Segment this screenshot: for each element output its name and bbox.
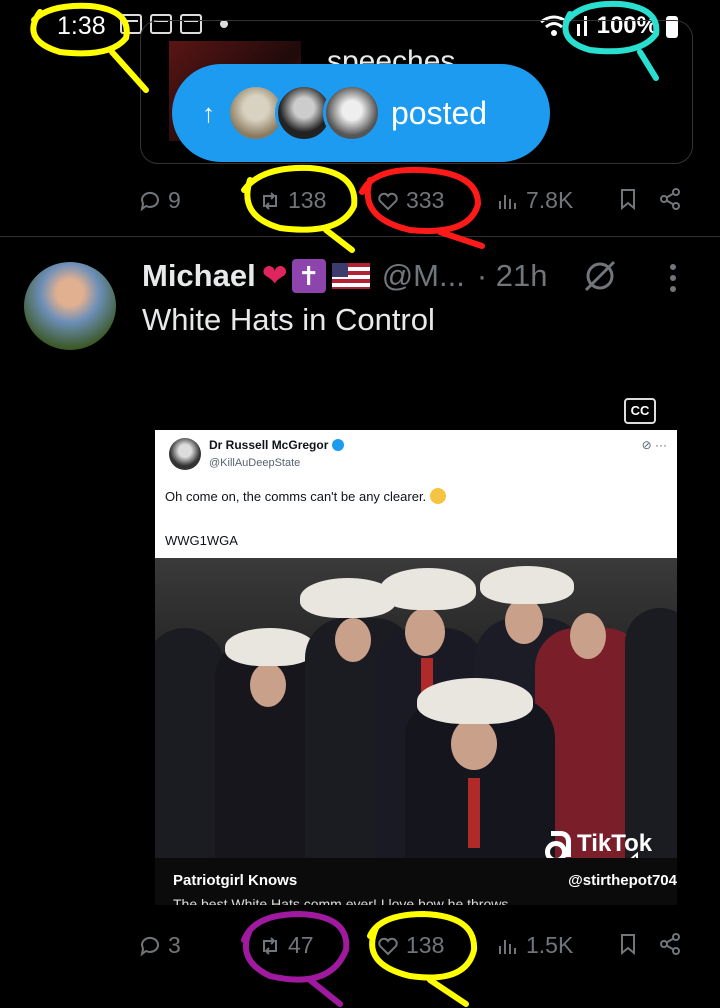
repost-count: 138 bbox=[288, 187, 327, 213]
video-frame bbox=[155, 558, 677, 858]
heart-emoji-icon: ❤ bbox=[261, 258, 288, 293]
embedded-tweet-text: Oh come on, the comms can't be any clear… bbox=[165, 488, 447, 504]
video-caption-text: The best White Hats comm ever! I love ho… bbox=[173, 896, 509, 905]
embedded-tweet-screenshot: Dr Russell McGregor @KillAuDeepState ⊘ ·… bbox=[155, 430, 677, 558]
views-button[interactable]: 7.8K bbox=[496, 187, 573, 214]
reply-button[interactable]: 3 bbox=[138, 932, 181, 959]
star-eyes-emoji-icon bbox=[430, 488, 447, 504]
repost-icon bbox=[263, 936, 277, 955]
divider bbox=[0, 236, 720, 237]
status-time: 1:38 bbox=[57, 12, 106, 40]
video-caption-handle: @stirthepot704 bbox=[568, 872, 677, 889]
views-button[interactable]: 1.5K bbox=[496, 932, 573, 959]
embedded-author-handle: @KillAuDeepState bbox=[209, 457, 301, 469]
post-time[interactable]: · 21h bbox=[477, 258, 548, 294]
tweet-video[interactable]: Dr Russell McGregor @KillAuDeepState ⊘ ·… bbox=[155, 430, 677, 905]
author-name[interactable]: Michael bbox=[142, 258, 256, 294]
share-icon bbox=[660, 933, 680, 955]
avatar bbox=[169, 438, 201, 470]
share-button[interactable] bbox=[658, 932, 682, 956]
bookmark-button[interactable] bbox=[616, 932, 640, 956]
bookmark-icon bbox=[621, 189, 635, 211]
share-icon bbox=[660, 188, 680, 210]
captions-button[interactable]: CC bbox=[624, 398, 656, 424]
prev-tweet-actions: 9 138 333 7.8K bbox=[138, 181, 688, 221]
arrow-up-icon: ↑ bbox=[202, 97, 215, 128]
repost-count: 47 bbox=[288, 932, 314, 958]
author-avatar[interactable] bbox=[24, 262, 116, 350]
like-button[interactable]: 138 bbox=[376, 932, 444, 959]
bookmark-button[interactable] bbox=[616, 187, 640, 211]
repost-icon bbox=[263, 191, 277, 210]
verified-badge-icon bbox=[332, 439, 345, 451]
share-button[interactable] bbox=[658, 187, 682, 211]
us-flag-emoji-icon bbox=[331, 263, 370, 289]
views-icon bbox=[499, 939, 516, 954]
embedded-hashtag-text: WWG1WGA bbox=[165, 533, 238, 548]
new-posts-label: posted bbox=[391, 94, 488, 131]
reply-icon bbox=[140, 936, 159, 956]
embedded-more-icon: ⊘ ··· bbox=[641, 438, 667, 452]
notification-icon bbox=[120, 14, 142, 34]
embedded-author-name: Dr Russell McGregor bbox=[209, 438, 345, 452]
heart-icon bbox=[378, 192, 398, 210]
avatar bbox=[323, 84, 381, 142]
tweet-actions: 3 47 138 1.5K bbox=[138, 926, 688, 966]
reply-count: 9 bbox=[168, 187, 181, 213]
more-options-icon[interactable] bbox=[670, 264, 676, 292]
bookmark-icon bbox=[621, 934, 635, 956]
view-count: 7.8K bbox=[526, 187, 574, 213]
video-caption-author: Patriotgirl Knows bbox=[173, 872, 298, 889]
video-caption-bar: Patriotgirl Knows @stirthepot704 The bes… bbox=[155, 858, 677, 905]
reply-button[interactable]: 9 bbox=[138, 187, 181, 214]
author-handle[interactable]: @M... bbox=[382, 258, 465, 294]
views-icon bbox=[499, 194, 516, 209]
repost-button[interactable]: 47 bbox=[258, 932, 314, 959]
repost-button[interactable]: 138 bbox=[258, 187, 326, 214]
tiktok-logo-icon bbox=[545, 831, 571, 863]
view-count: 1.5K bbox=[526, 932, 574, 958]
cross-emoji-icon: ✝ bbox=[291, 259, 326, 293]
reply-count: 3 bbox=[168, 932, 181, 958]
new-posts-pill[interactable]: ↑ posted bbox=[172, 64, 550, 162]
like-count: 138 bbox=[406, 932, 445, 958]
tweet-text: White Hats in Control bbox=[142, 302, 435, 337]
reply-icon bbox=[140, 191, 159, 211]
grok-icon[interactable] bbox=[582, 258, 618, 294]
like-button[interactable]: 333 bbox=[376, 187, 444, 214]
tweet-header: Michael ❤ ✝ @M... · 21h bbox=[142, 258, 548, 294]
heart-icon bbox=[378, 937, 398, 955]
pill-avatars bbox=[227, 84, 381, 142]
like-count: 333 bbox=[406, 187, 445, 213]
